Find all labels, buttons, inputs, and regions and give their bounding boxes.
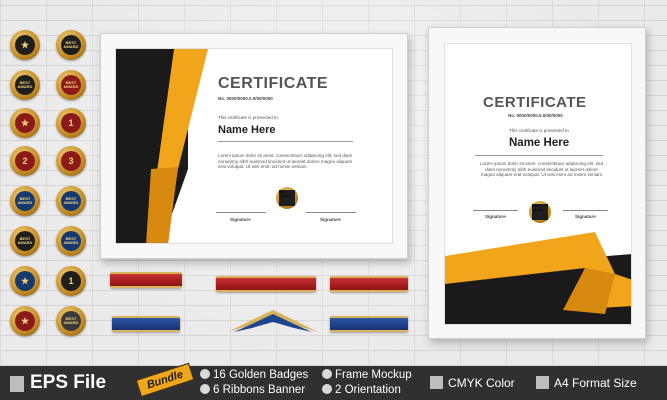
certificate-presented-text: This certificate is presented to [509, 128, 569, 133]
badge-label: BEST AWARD [61, 311, 81, 331]
certificate-title: CERTIFICATE [483, 94, 587, 111]
badge-star-red: ★ [10, 108, 40, 138]
certificate-title: CERTIFICATE [218, 75, 329, 92]
badge-best-award-ribbon: BEST AWARD [56, 30, 86, 60]
signature-line-right [563, 210, 608, 211]
badge-number: 1 [61, 271, 81, 291]
a4-format-label: A4 Format Size [536, 376, 637, 390]
badge-best-award-navy-2: BEST AWARD [56, 226, 86, 256]
signature-label-right: Signature [320, 217, 341, 222]
certificate-award-badge: BEST AWARD [276, 187, 298, 209]
signature-line-left [473, 210, 518, 211]
badge-best-award-gray: BEST AWARD [56, 306, 86, 336]
badge-label: BEST AWARD [15, 191, 35, 211]
ribbon-banner-blue-3 [330, 316, 408, 332]
certificate-body-text: Lorem ipsum dolor sit amet, consectetuer… [218, 153, 353, 170]
certificate-recipient-name: Name Here [218, 124, 276, 136]
badge-label: BEST AWARD [61, 75, 81, 95]
ribbon-banner-red-3 [330, 276, 408, 292]
feature-frame-mockup: Frame Mockup [322, 369, 412, 381]
landscape-certificate: CERTIFICATE No. 0000/0000.0.0/00/0000 Th… [115, 48, 393, 244]
ribbon-banner-blue-1 [112, 316, 180, 332]
portrait-certificate: CERTIFICATE No. 0000/0000.0.0/00/0000 Th… [444, 43, 632, 325]
star-icon: ★ [15, 113, 35, 133]
feature-orientation: 2 Orientation [322, 384, 401, 396]
badge-number: 1 [61, 113, 81, 133]
name-underline [218, 141, 353, 142]
certificate-recipient-name: Name Here [509, 137, 570, 149]
badge-label: BEST AWARD [61, 191, 81, 211]
badge-number-one-red: 1 [56, 108, 86, 138]
signature-line-right [306, 212, 356, 213]
ribbon-banner-blue-2 [228, 310, 318, 332]
badge-star-black: ★ [10, 30, 40, 60]
badge-best-award-blue: BEST AWARD [10, 186, 40, 216]
cmyk-color-label: CMYK Color [430, 376, 515, 390]
badge-label: BEST AWARD [279, 190, 295, 206]
badge-star-blue: ★ [10, 266, 40, 296]
badge-number: 3 [61, 151, 81, 171]
badge-best-award-red: BEST AWARD [56, 70, 86, 100]
badge-number: 2 [15, 151, 35, 171]
file-icon [10, 376, 24, 392]
signature-label-right: Signature [575, 214, 596, 219]
badge-label: BEST AWARD [532, 204, 548, 220]
document-icon [536, 376, 549, 389]
eps-file-label: EPS File [30, 372, 107, 393]
badge-number-two: 2 [10, 146, 40, 176]
check-icon [322, 369, 332, 379]
portrait-frame: CERTIFICATE No. 0000/0000.0.0/00/0000 Th… [428, 27, 646, 339]
badge-best-award-black: BEST AWARD [10, 70, 40, 100]
ribbon-banner-red-1 [110, 272, 182, 288]
star-icon: ★ [15, 271, 35, 291]
check-icon [322, 384, 332, 394]
badge-star-red-2: ★ [10, 306, 40, 336]
badge-label: BEST AWARD [61, 35, 81, 55]
certificate-number: No. 0000/0000.0.0/00/0000 [508, 113, 563, 118]
star-icon: ★ [15, 311, 35, 331]
certificate-number: No. 0000/0000.0.0/00/0000 [218, 96, 273, 101]
landscape-frame: CERTIFICATE No. 0000/0000.0.0/00/0000 Th… [100, 33, 408, 259]
star-icon: ★ [15, 35, 35, 55]
badge-best-award-dark: BEST AWARD [10, 226, 40, 256]
badge-number-three: 3 [56, 146, 86, 176]
feature-ribbons-banner: 6 Ribbons Banner [200, 384, 305, 396]
badge-number-one-black: 1 [56, 266, 86, 296]
badge-label: BEST AWARD [15, 75, 35, 95]
signature-label-left: Signature [485, 214, 506, 219]
certificate-presented-text: This certificate is presented to [218, 115, 278, 120]
name-underline [475, 155, 603, 156]
badge-best-award-navy: BEST AWARD [56, 186, 86, 216]
signature-label-left: Signature [230, 217, 251, 222]
color-swatch-icon [430, 376, 443, 389]
check-icon [200, 369, 210, 379]
certificate-award-badge: BEST AWARD [529, 201, 551, 223]
portrait-certificate-shapes [445, 232, 631, 324]
footer-bar: EPS File 16 Golden Badges 6 Ribbons Bann… [0, 366, 667, 400]
feature-golden-badges: 16 Golden Badges [200, 369, 308, 381]
badge-label: BEST AWARD [61, 231, 81, 251]
signature-line-left [216, 212, 266, 213]
ribbon-banner-red-2 [216, 276, 316, 292]
check-icon [200, 384, 210, 394]
badge-label: BEST AWARD [15, 231, 35, 251]
certificate-body-text: Lorem ipsum dolor sit amet, consectetuer… [479, 161, 604, 178]
